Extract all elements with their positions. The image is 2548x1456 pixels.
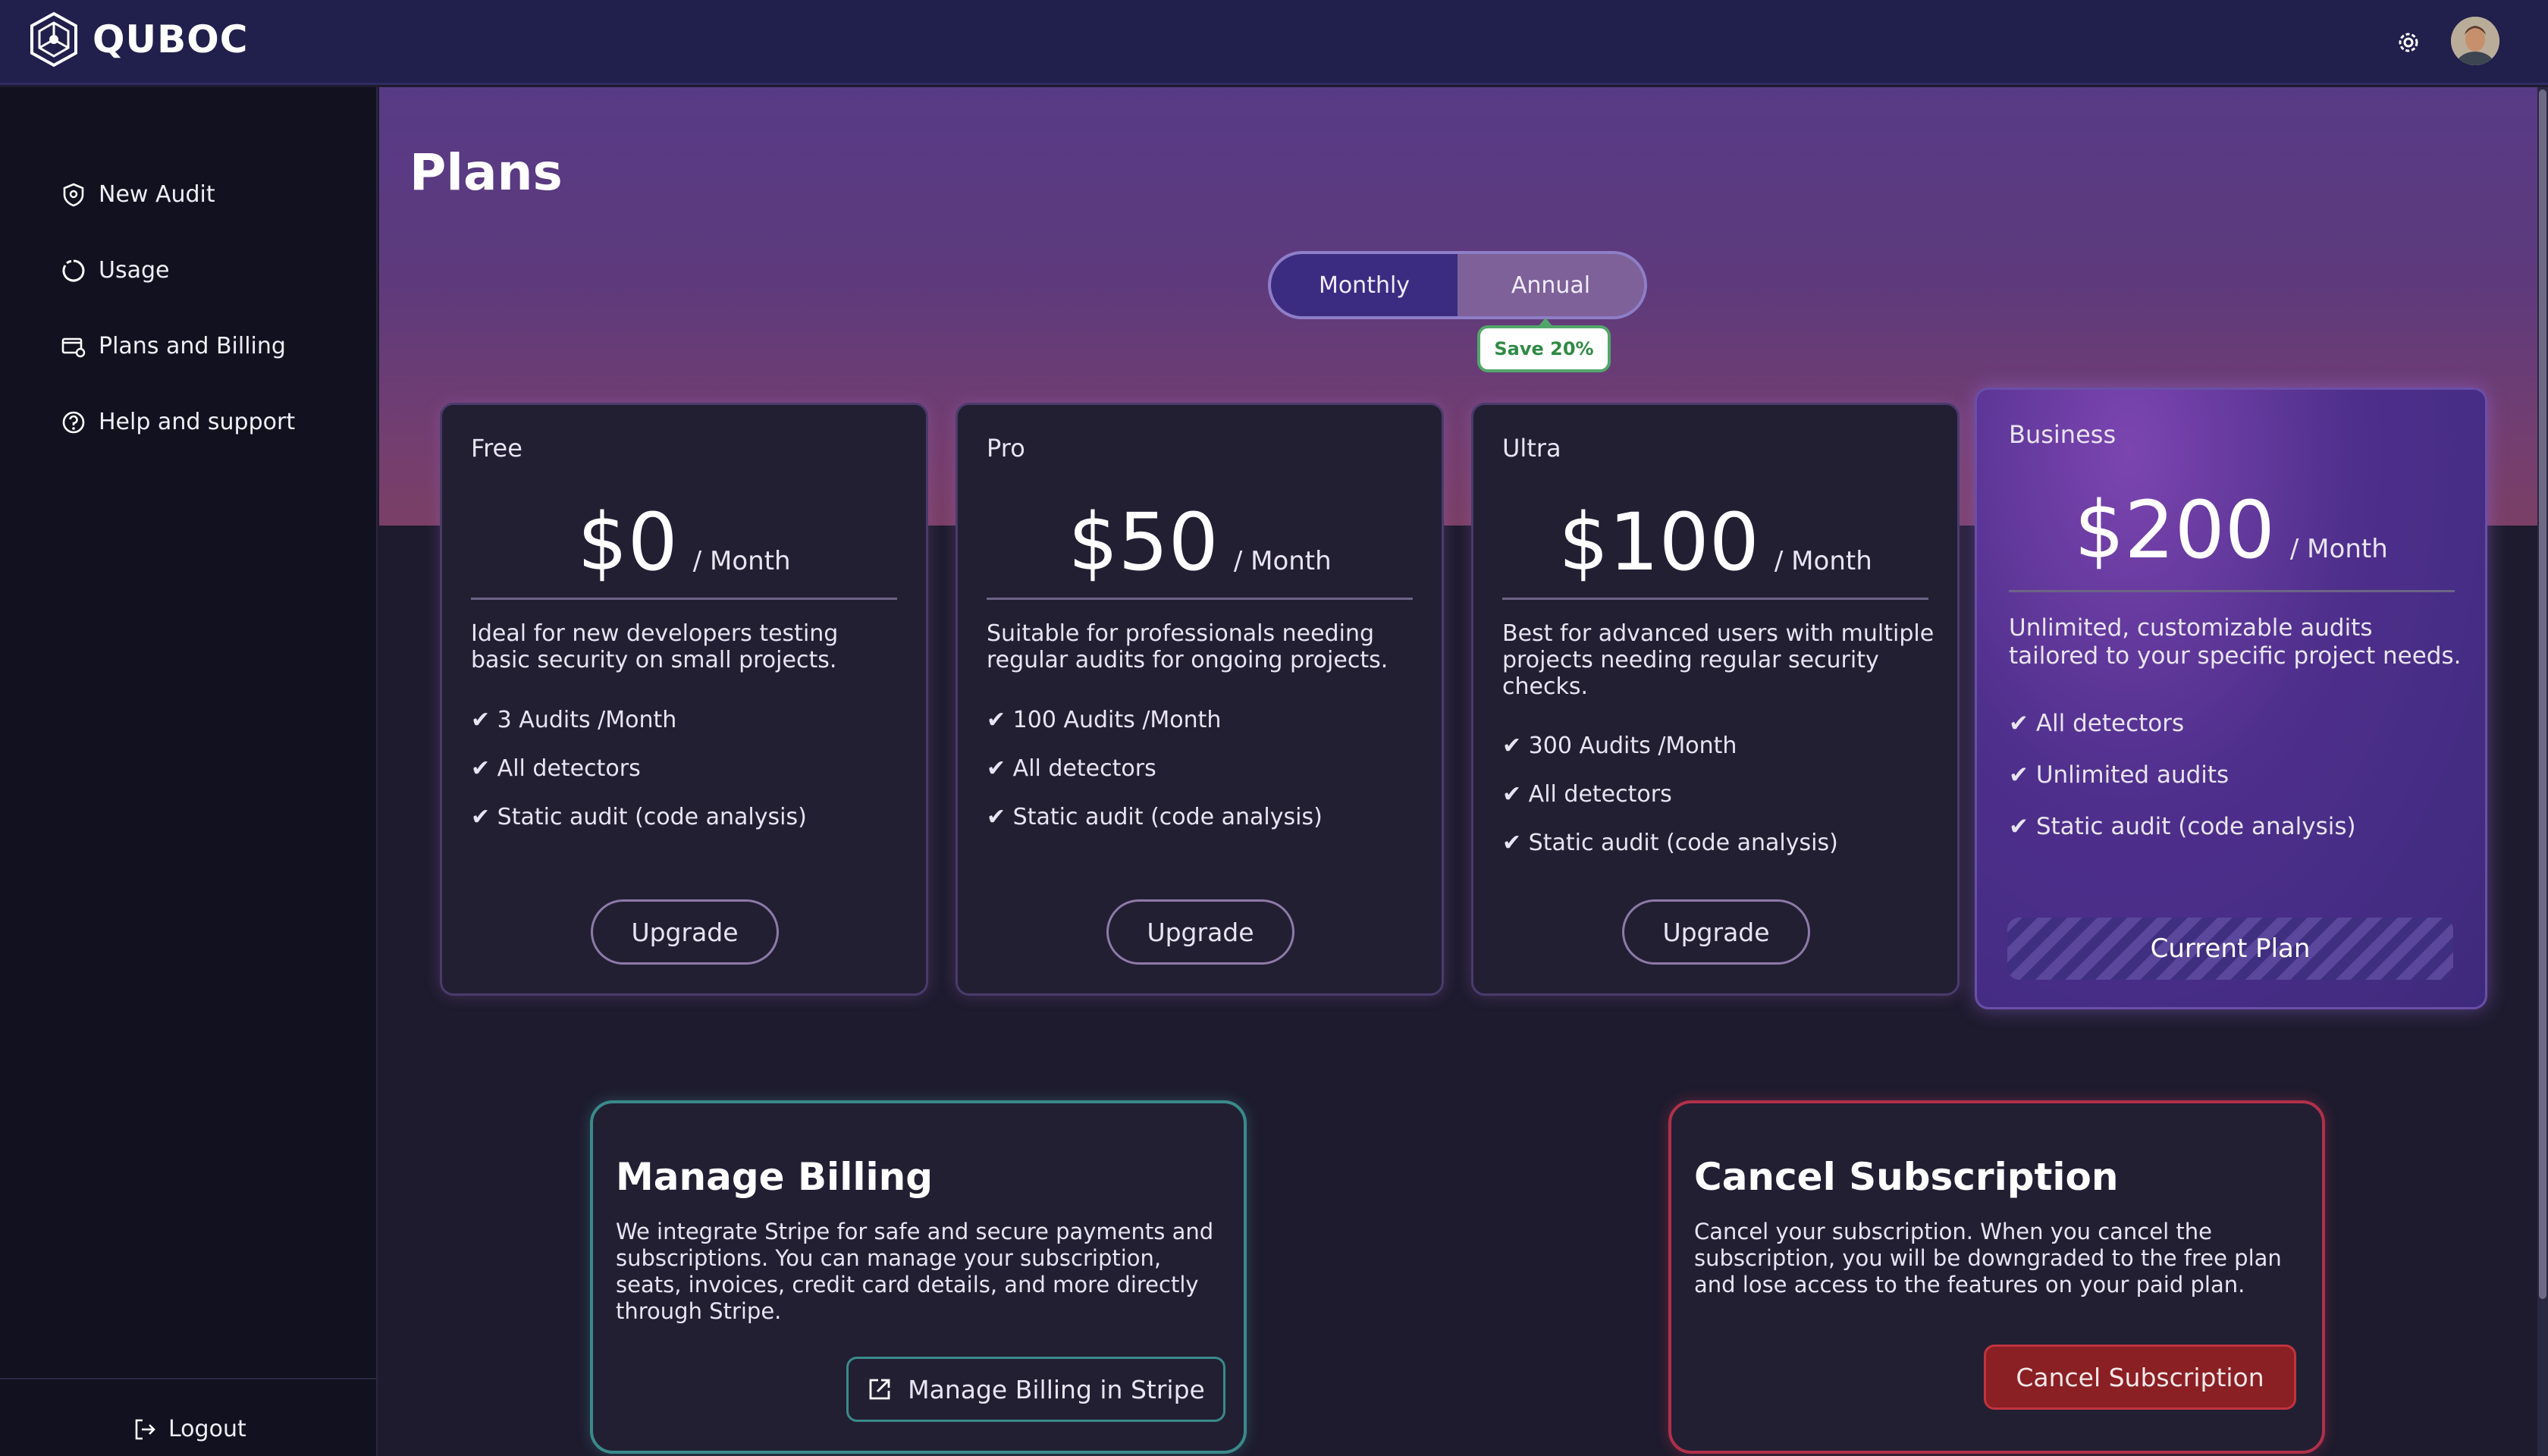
plan-feature: ✔ All detectors xyxy=(2009,710,2185,737)
plan-price-row: $50 / Month xyxy=(958,496,1442,588)
plan-feature: ✔ Unlimited audits xyxy=(2009,761,2230,789)
plan-card-free: Free $0 / Month Ideal for new developers… xyxy=(440,403,928,996)
plan-price: $0 xyxy=(577,496,678,588)
plan-description: Unlimited, customizable audits tailored … xyxy=(2009,614,2462,670)
plan-divider xyxy=(2009,590,2455,592)
manage-billing-title: Manage Billing xyxy=(616,1155,933,1199)
plan-period: / Month xyxy=(692,546,791,576)
manage-billing-stripe-button[interactable]: Manage Billing in Stripe xyxy=(846,1357,1225,1422)
sidebar-item-label: New Audit xyxy=(99,181,215,208)
page-title: Plans xyxy=(410,143,563,202)
plan-feature: ✔ 300 Audits /Month xyxy=(1502,733,1737,759)
plan-price-row: $0 / Month xyxy=(442,496,926,588)
plan-card-ultra: Ultra $100 / Month Best for advanced use… xyxy=(1471,403,1960,996)
plan-description: Ideal for new developers testing basic s… xyxy=(471,620,839,673)
logout-button[interactable]: Logout xyxy=(132,1416,246,1442)
toggle-monthly[interactable]: Monthly xyxy=(1271,254,1458,316)
sidebar: New Audit Usage Plans and Billing Help a… xyxy=(0,87,378,1456)
stripe-button-label: Manage Billing in Stripe xyxy=(908,1374,1205,1404)
plan-price-row: $200 / Month xyxy=(1977,484,2485,576)
plan-divider xyxy=(987,598,1413,600)
plan-name: Free xyxy=(471,434,522,463)
upgrade-button-ultra[interactable]: Upgrade xyxy=(1622,899,1810,965)
top-bar: QUBOC xyxy=(0,0,2548,85)
sidebar-divider xyxy=(0,1378,378,1379)
plan-feature: ✔ Static audit (code analysis) xyxy=(471,804,807,830)
sidebar-item-plans-and-billing[interactable]: Plans and Billing xyxy=(61,333,286,359)
plan-feature: ✔ 3 Audits /Month xyxy=(471,707,677,733)
plan-name: Pro xyxy=(987,434,1025,463)
plan-feature: ✔ Static audit (code analysis) xyxy=(1502,830,1838,856)
cancel-subscription-panel: Cancel Subscription Cancel your subscrip… xyxy=(1668,1100,2325,1454)
plan-price: $50 xyxy=(1068,496,1219,588)
avatar[interactable] xyxy=(2451,17,2499,65)
cancel-subscription-button[interactable]: Cancel Subscription xyxy=(1984,1345,2296,1410)
plan-card-pro: Pro $50 / Month Suitable for professiona… xyxy=(956,403,1444,996)
plan-period: / Month xyxy=(2289,534,2388,564)
manage-billing-panel: Manage Billing We integrate Stripe for s… xyxy=(590,1100,1247,1454)
external-link-icon xyxy=(869,1379,890,1400)
sidebar-item-label: Plans and Billing xyxy=(99,333,286,359)
plan-divider xyxy=(471,598,897,600)
current-plan-button: Current Plan xyxy=(2007,918,2453,980)
plan-price: $100 xyxy=(1558,496,1759,588)
sidebar-item-usage[interactable]: Usage xyxy=(61,257,169,284)
plan-feature: ✔ All detectors xyxy=(987,755,1156,782)
upgrade-button-pro[interactable]: Upgrade xyxy=(1106,899,1294,965)
save-badge: Save 20% xyxy=(1477,318,1611,372)
logout-icon xyxy=(135,1419,155,1439)
shield-icon xyxy=(63,183,84,206)
plan-period: / Month xyxy=(1233,546,1332,576)
plan-price-row: $100 / Month xyxy=(1473,496,1957,588)
sidebar-item-new-audit[interactable]: New Audit xyxy=(61,181,215,208)
upgrade-button-free[interactable]: Upgrade xyxy=(591,899,779,965)
plan-price: $200 xyxy=(2074,484,2275,576)
plan-card-business: Business $200 / Month Unlimited, customi… xyxy=(1975,388,2487,1009)
scrollbar-thumb[interactable] xyxy=(2539,89,2546,1299)
cancel-subscription-text: Cancel your subscription. When you cance… xyxy=(1694,1219,2282,1298)
plan-period: / Month xyxy=(1774,546,1872,576)
toggle-annual[interactable]: Annual xyxy=(1458,254,1644,316)
sidebar-item-label: Usage xyxy=(99,257,170,284)
quboc-logo-icon xyxy=(30,11,77,67)
plan-name: Business xyxy=(2009,420,2117,449)
logout-label: Logout xyxy=(168,1416,246,1442)
usage-circle-icon xyxy=(62,259,85,281)
sidebar-item-help-and-support[interactable]: Help and support xyxy=(61,409,295,435)
help-circle-icon xyxy=(62,411,85,433)
sidebar-item-label: Help and support xyxy=(99,409,296,435)
gear-icon[interactable] xyxy=(2395,29,2422,56)
billing-card-icon xyxy=(61,337,86,357)
plan-feature: ✔ All detectors xyxy=(471,755,641,782)
cancel-subscription-title: Cancel Subscription xyxy=(1694,1155,2119,1199)
plan-feature: ✔ All detectors xyxy=(1502,781,1672,808)
billing-period-toggle[interactable]: Monthly Annual xyxy=(1268,251,1647,319)
brand-name: QUBOC xyxy=(93,17,249,61)
plan-feature: ✔ 100 Audits /Month xyxy=(987,707,1222,733)
plan-name: Ultra xyxy=(1502,434,1561,463)
brand[interactable]: QUBOC xyxy=(27,11,248,68)
plan-feature: ✔ Static audit (code analysis) xyxy=(987,804,1323,830)
plan-description: Suitable for professionals needing regul… xyxy=(987,620,1389,673)
manage-billing-text: We integrate Stripe for safe and secure … xyxy=(616,1219,1214,1324)
plan-description: Best for advanced users with multiple pr… xyxy=(1502,620,1935,700)
plan-divider xyxy=(1502,598,1928,600)
plan-feature: ✔ Static audit (code analysis) xyxy=(2009,813,2356,840)
main-content: Plans Monthly Annual Save 20% Free $0 / … xyxy=(379,87,2537,1456)
